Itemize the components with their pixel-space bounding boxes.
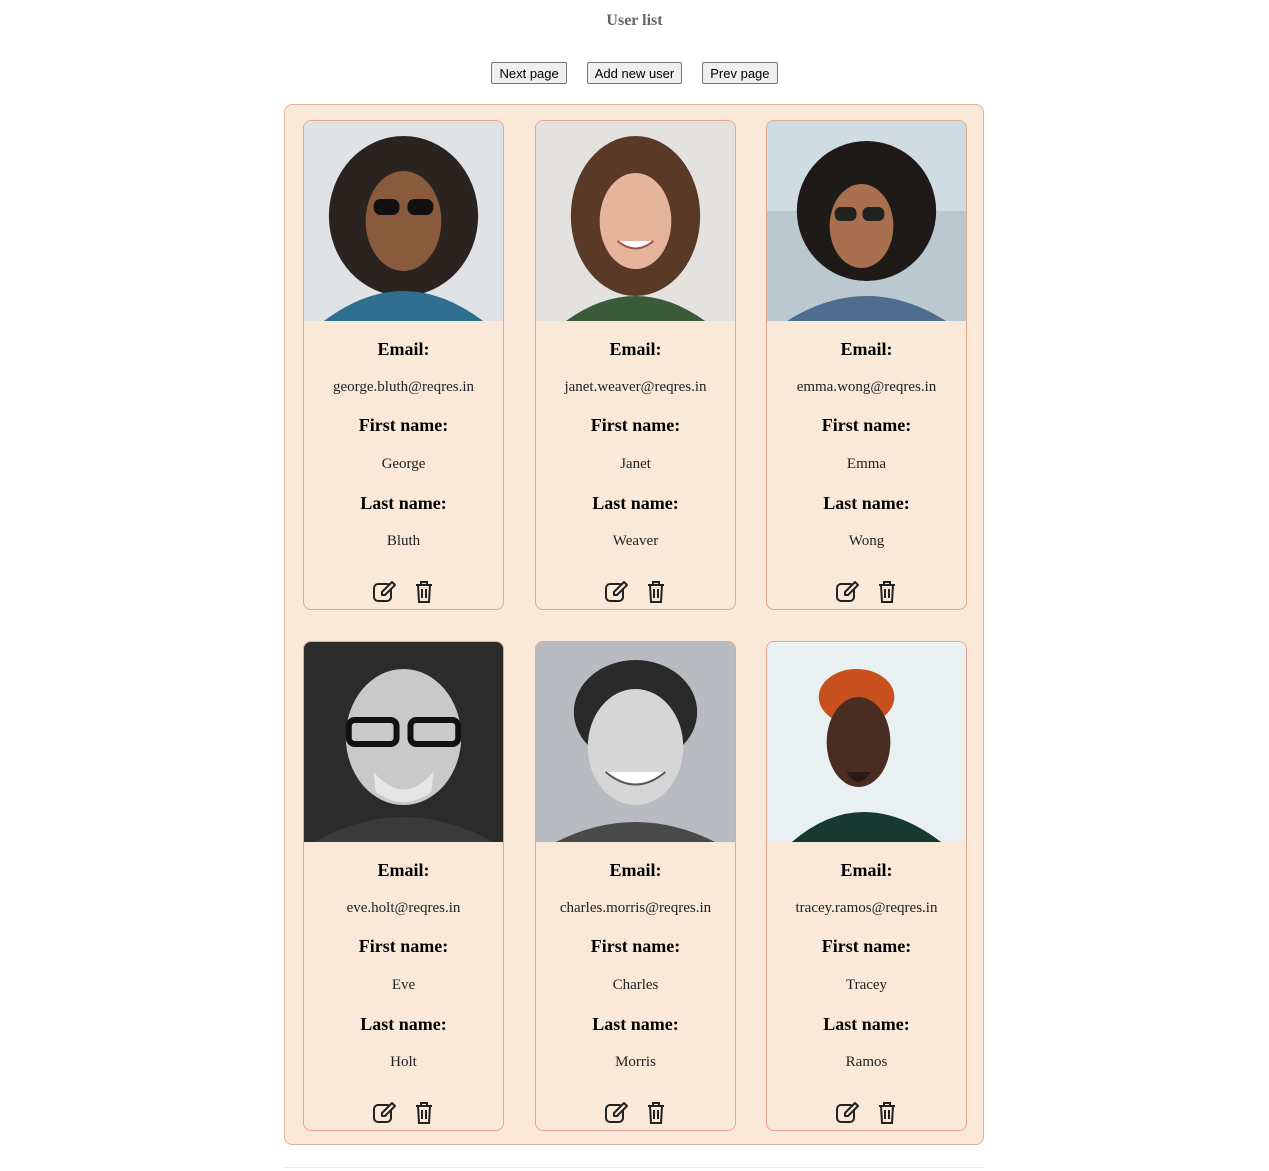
card-actions bbox=[767, 579, 966, 605]
card-actions bbox=[536, 1100, 735, 1126]
trash-icon[interactable] bbox=[874, 579, 900, 605]
email-value: george.bluth@reqres.in bbox=[333, 379, 474, 395]
last-name-label: Last name: bbox=[360, 1014, 447, 1034]
user-card: Email: tracey.ramos@reqres.in First name… bbox=[766, 641, 967, 1131]
first-name-value: George bbox=[381, 456, 426, 472]
first-name-value: Janet bbox=[620, 456, 651, 472]
user-card: Email: janet.weaver@reqres.in First name… bbox=[535, 120, 736, 610]
edit-icon[interactable] bbox=[371, 579, 397, 605]
add-new-user-button[interactable]: Add new user bbox=[586, 62, 683, 84]
first-name-label: First name: bbox=[358, 936, 449, 956]
last-name-value: Bluth bbox=[386, 533, 421, 549]
last-name-label: Last name: bbox=[823, 493, 910, 513]
user-photo bbox=[536, 642, 735, 842]
first-name-value: Eve bbox=[391, 977, 416, 993]
trash-icon[interactable] bbox=[874, 1100, 900, 1126]
user-card: Email: charles.morris@reqres.in First na… bbox=[535, 641, 736, 1131]
email-label: Email: bbox=[840, 339, 893, 359]
user-card: Email: george.bluth@reqres.in First name… bbox=[303, 120, 504, 610]
last-name-label: Last name: bbox=[360, 493, 447, 513]
first-name-label: First name: bbox=[590, 936, 681, 956]
email-label: Email: bbox=[377, 339, 430, 359]
last-name-value: Wong bbox=[848, 533, 885, 549]
page-title: User list bbox=[606, 12, 663, 29]
email-value: emma.wong@reqres.in bbox=[796, 379, 937, 395]
edit-icon[interactable] bbox=[834, 579, 860, 605]
last-name-value: Weaver bbox=[612, 533, 659, 549]
edit-icon[interactable] bbox=[371, 1100, 397, 1126]
last-name-label: Last name: bbox=[592, 1014, 679, 1034]
edit-icon[interactable] bbox=[603, 579, 629, 605]
edit-icon[interactable] bbox=[834, 1100, 860, 1126]
first-name-value: Tracey bbox=[845, 977, 888, 993]
first-name-value: Emma bbox=[846, 456, 887, 472]
first-name-label: First name: bbox=[590, 415, 681, 435]
first-name-label: First name: bbox=[821, 936, 912, 956]
trash-icon[interactable] bbox=[411, 579, 437, 605]
trash-icon[interactable] bbox=[411, 1100, 437, 1126]
toolbar: Next page Add new user Prev page bbox=[0, 62, 1269, 84]
email-value: eve.holt@reqres.in bbox=[346, 900, 461, 916]
user-photo bbox=[536, 121, 735, 321]
email-value: janet.weaver@reqres.in bbox=[564, 379, 707, 395]
trash-icon[interactable] bbox=[643, 1100, 669, 1126]
card-actions bbox=[536, 579, 735, 605]
prev-page-button[interactable]: Prev page bbox=[702, 62, 778, 84]
first-name-label: First name: bbox=[358, 415, 449, 435]
card-actions bbox=[767, 1100, 966, 1126]
user-card: Email: emma.wong@reqres.in First name: E… bbox=[766, 120, 967, 610]
card-actions bbox=[304, 1100, 503, 1126]
user-photo bbox=[304, 121, 503, 321]
user-photo bbox=[767, 642, 966, 842]
last-name-value: Holt bbox=[390, 1054, 417, 1070]
user-card: Email: eve.holt@reqres.in First name: Ev… bbox=[303, 641, 504, 1131]
email-value: tracey.ramos@reqres.in bbox=[795, 900, 938, 916]
trash-icon[interactable] bbox=[643, 579, 669, 605]
user-photo bbox=[767, 121, 966, 321]
email-label: Email: bbox=[840, 860, 893, 880]
email-value: charles.morris@reqres.in bbox=[559, 900, 712, 916]
user-photo bbox=[304, 642, 503, 842]
next-page-button[interactable]: Next page bbox=[491, 62, 567, 84]
first-name-value: Charles bbox=[612, 977, 659, 993]
edit-icon[interactable] bbox=[603, 1100, 629, 1126]
last-name-value: Ramos bbox=[845, 1054, 888, 1070]
last-name-label: Last name: bbox=[823, 1014, 910, 1034]
last-name-label: Last name: bbox=[592, 493, 679, 513]
divider bbox=[284, 1167, 984, 1168]
card-actions bbox=[304, 579, 503, 605]
last-name-value: Morris bbox=[615, 1054, 656, 1070]
user-grid: Email: george.bluth@reqres.in First name… bbox=[284, 104, 984, 1145]
email-label: Email: bbox=[609, 339, 662, 359]
first-name-label: First name: bbox=[821, 415, 912, 435]
email-label: Email: bbox=[609, 860, 662, 880]
email-label: Email: bbox=[377, 860, 430, 880]
